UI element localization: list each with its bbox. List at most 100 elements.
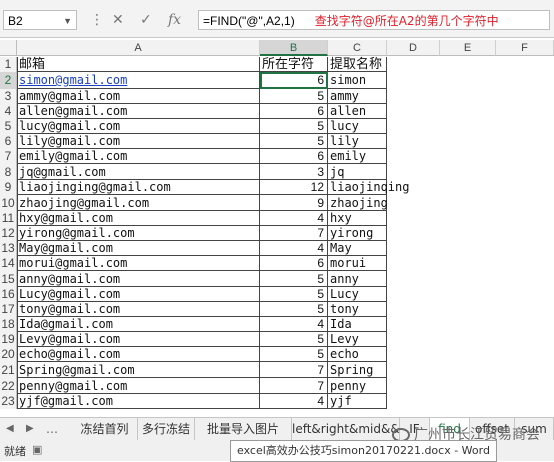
tab-prev-icon[interactable]: ◀ bbox=[6, 418, 14, 440]
row-header[interactable]: 10 bbox=[0, 195, 17, 211]
email-cell[interactable]: zhaojing@gmail.com bbox=[19, 195, 257, 211]
name-cell[interactable]: tony bbox=[330, 302, 410, 317]
position-cell[interactable]: 5 bbox=[262, 347, 324, 362]
header-position[interactable]: 所在字符 bbox=[262, 57, 326, 72]
column-header-f[interactable]: F bbox=[496, 40, 554, 56]
sheet-tab[interactable]: 多行冻结 bbox=[138, 418, 195, 440]
fx-icon[interactable]: fx bbox=[168, 12, 181, 28]
name-cell[interactable]: liaojinqing bbox=[330, 180, 410, 195]
position-cell[interactable]: 4 bbox=[262, 211, 324, 226]
name-cell[interactable]: anny bbox=[330, 271, 410, 287]
name-cell[interactable]: Ida bbox=[330, 317, 410, 332]
row-header[interactable]: 21 bbox=[0, 362, 17, 378]
row-header[interactable]: 2 bbox=[0, 72, 17, 89]
sheet-tab[interactable]: 冻结首列 bbox=[72, 418, 138, 440]
confirm-icon[interactable]: ✓ bbox=[140, 12, 152, 28]
position-cell[interactable]: 5 bbox=[262, 89, 324, 104]
email-cell[interactable]: liaojinging@gmail.com bbox=[19, 180, 257, 195]
name-cell[interactable]: May bbox=[330, 241, 410, 256]
row-header[interactable]: 18 bbox=[0, 317, 17, 332]
row-header[interactable]: 4 bbox=[0, 104, 17, 119]
row-header[interactable]: 23 bbox=[0, 394, 17, 409]
name-cell[interactable]: zhaojing bbox=[330, 195, 410, 211]
name-cell[interactable]: Levy bbox=[330, 332, 410, 347]
position-cell[interactable]: 12 bbox=[262, 180, 324, 195]
cancel-icon[interactable]: ✕ bbox=[112, 12, 124, 28]
email-cell[interactable]: echo@gmail.com bbox=[19, 347, 257, 362]
email-cell[interactable]: Lucy@gmail.com bbox=[19, 287, 257, 302]
macro-icon[interactable]: ▣ bbox=[32, 443, 42, 456]
name-cell[interactable]: Lucy bbox=[330, 287, 410, 302]
position-cell[interactable]: 6 bbox=[262, 256, 324, 271]
position-cell[interactable]: 5 bbox=[262, 332, 324, 347]
header-email[interactable]: 邮箱 bbox=[19, 57, 249, 72]
tab-next-icon[interactable]: ▶ bbox=[26, 418, 34, 440]
name-cell[interactable]: emily bbox=[330, 149, 410, 164]
email-cell[interactable]: jq@gmail.com bbox=[19, 164, 257, 180]
position-cell[interactable]: 5 bbox=[262, 302, 324, 317]
row-header[interactable]: 7 bbox=[0, 149, 17, 164]
header-name[interactable]: 提取名称 bbox=[330, 57, 400, 72]
position-cell[interactable]: 4 bbox=[262, 241, 324, 256]
email-cell[interactable]: ammy@gmail.com bbox=[19, 89, 257, 104]
row-header[interactable]: 3 bbox=[0, 89, 17, 104]
position-cell[interactable]: 7 bbox=[262, 362, 324, 378]
name-box[interactable]: B2 ▼ bbox=[3, 10, 77, 30]
email-cell[interactable]: anny@gmail.com bbox=[19, 271, 257, 287]
email-cell[interactable]: emily@gmail.com bbox=[19, 149, 257, 164]
position-cell[interactable]: 6 bbox=[262, 104, 324, 119]
row-header[interactable]: 14 bbox=[0, 256, 17, 271]
row-header[interactable]: 1 bbox=[0, 57, 17, 72]
email-cell[interactable]: Ida@gmail.com bbox=[19, 317, 257, 332]
position-cell[interactable]: 5 bbox=[262, 271, 324, 287]
row-header[interactable]: 8 bbox=[0, 164, 17, 180]
row-header[interactable]: 20 bbox=[0, 347, 17, 362]
column-header-a[interactable]: A bbox=[17, 40, 260, 56]
column-header-b[interactable]: B bbox=[260, 40, 328, 56]
email-cell[interactable]: Levy@gmail.com bbox=[19, 332, 257, 347]
row-header[interactable]: 13 bbox=[0, 241, 17, 256]
column-header-d[interactable]: D bbox=[387, 40, 440, 56]
name-cell[interactable]: allen bbox=[330, 104, 410, 119]
formula-input[interactable]: =FIND("@",A2,1) 查找字符@所在A2的第几个字符中 bbox=[198, 10, 550, 30]
email-cell[interactable]: Spring@gmail.com bbox=[19, 362, 257, 378]
name-cell[interactable]: echo bbox=[330, 347, 410, 362]
email-cell[interactable]: May@gmail.com bbox=[19, 241, 257, 256]
email-cell[interactable]: tony@gmail.com bbox=[19, 302, 257, 317]
row-header[interactable]: 5 bbox=[0, 119, 17, 134]
position-cell[interactable]: 6 bbox=[262, 149, 324, 164]
email-cell[interactable]: simon@gmail.com bbox=[19, 72, 257, 89]
position-cell[interactable]: 7 bbox=[262, 378, 324, 394]
email-cell[interactable]: allen@gmail.com bbox=[19, 104, 257, 119]
name-cell[interactable]: Spring bbox=[330, 362, 410, 378]
row-header[interactable]: 15 bbox=[0, 271, 17, 287]
position-cell[interactable]: 5 bbox=[262, 134, 324, 149]
name-cell[interactable]: ammy bbox=[330, 89, 410, 104]
name-cell[interactable]: simon bbox=[330, 72, 410, 89]
name-cell[interactable]: jq bbox=[330, 164, 410, 180]
select-all-corner[interactable] bbox=[0, 40, 17, 56]
position-cell[interactable]: 9 bbox=[262, 195, 324, 211]
position-cell[interactable]: 3 bbox=[262, 164, 324, 180]
email-cell[interactable]: lucy@gmail.com bbox=[19, 119, 257, 134]
row-header[interactable]: 19 bbox=[0, 332, 17, 347]
email-cell[interactable]: yjf@gmail.com bbox=[19, 394, 257, 409]
dropdown-icon[interactable]: ▼ bbox=[63, 11, 72, 31]
taskbar-item[interactable]: excel高效办公技巧simon20170221.docx - Word bbox=[230, 440, 497, 462]
position-cell[interactable]: 5 bbox=[262, 287, 324, 302]
tab-more-icon[interactable]: … bbox=[46, 418, 58, 440]
row-header[interactable]: 12 bbox=[0, 226, 17, 241]
row-header[interactable]: 16 bbox=[0, 287, 17, 302]
row-header[interactable]: 11 bbox=[0, 211, 17, 226]
column-header-e[interactable]: E bbox=[440, 40, 496, 56]
name-cell[interactable]: yjf bbox=[330, 394, 410, 409]
row-header[interactable]: 6 bbox=[0, 134, 17, 149]
position-cell[interactable]: 4 bbox=[262, 317, 324, 332]
email-cell[interactable]: lily@gmail.com bbox=[19, 134, 257, 149]
email-cell[interactable]: yirong@gmail.com bbox=[19, 226, 257, 241]
position-cell[interactable]: 4 bbox=[262, 394, 324, 409]
name-cell[interactable]: lily bbox=[330, 134, 410, 149]
name-cell[interactable]: yirong bbox=[330, 226, 410, 241]
name-cell[interactable]: lucy bbox=[330, 119, 410, 134]
email-cell[interactable]: penny@gmail.com bbox=[19, 378, 257, 394]
